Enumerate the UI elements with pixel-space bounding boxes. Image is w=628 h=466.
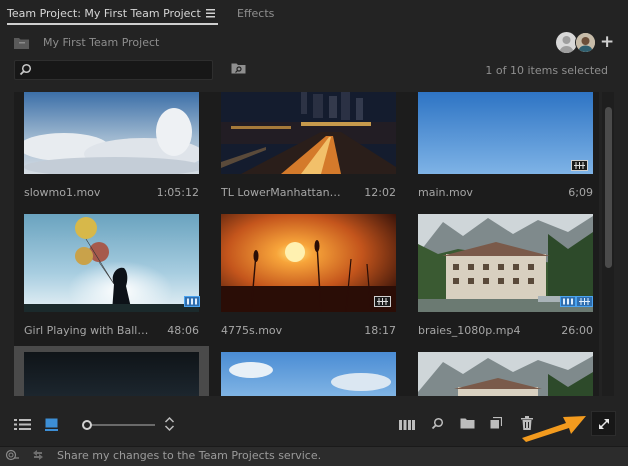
clip-thumbnail: [24, 352, 199, 396]
clip-thumbnail: [24, 92, 199, 174]
new-item-icon[interactable]: [490, 417, 502, 429]
clip-name: braies_1080p.mp4: [418, 324, 521, 337]
media-item-girl-balloons[interactable]: Girl Playing with Ballons.... 48:06: [14, 214, 209, 338]
media-item-4775s[interactable]: 4775s.mov 18:17: [211, 214, 406, 338]
clip-duration: 26:00: [561, 324, 593, 337]
clip-duration: 48:06: [167, 324, 199, 337]
clip-thumbnail: [418, 92, 593, 174]
media-item[interactable]: [211, 346, 406, 396]
media-item-lowermanhattan[interactable]: TL LowerManhattan05 du... 12:02: [211, 92, 406, 216]
clip-thumbnail: [221, 92, 396, 174]
clip-name: 4775s.mov: [221, 324, 283, 337]
search-input[interactable]: [36, 61, 208, 79]
video-badge: [184, 296, 200, 307]
list-view-icon[interactable]: [14, 418, 31, 431]
sync-icon[interactable]: [31, 449, 45, 461]
media-item[interactable]: [408, 346, 599, 396]
project-name: My First Team Project: [43, 36, 160, 49]
new-bin-icon[interactable]: [231, 63, 246, 74]
automate-icon[interactable]: [399, 420, 415, 430]
clip-thumbnail: [221, 214, 396, 312]
clip-thumbnail: [221, 352, 396, 396]
video-badge: [560, 296, 576, 307]
audio-video-badge: [374, 296, 391, 307]
media-item-main[interactable]: main.mov 6;09: [408, 92, 599, 216]
media-item-slowmo1[interactable]: slowmo1.mov 1:05:12: [14, 92, 209, 216]
zoom-slider-knob[interactable]: [81, 420, 92, 430]
clip-thumbnail: [418, 352, 593, 396]
clip-thumbnail: [24, 214, 199, 312]
add-user-icon[interactable]: +: [600, 34, 614, 51]
scrollbar-thumb[interactable]: [605, 107, 612, 268]
avatar[interactable]: [556, 32, 577, 53]
clip-name: TL LowerManhattan05 du...: [221, 186, 346, 199]
tab-effects[interactable]: Effects: [237, 7, 274, 20]
new-bin-button-icon[interactable]: [460, 418, 475, 429]
orange-arrow-annotation: [518, 410, 590, 442]
folder-icon: [13, 37, 30, 49]
media-grid[interactable]: slowmo1.mov 1:05:12 TL LowerManhattan05 …: [14, 92, 599, 396]
expand-icon: [598, 418, 610, 430]
avatar[interactable]: [575, 32, 596, 53]
icon-view-icon[interactable]: [45, 418, 58, 431]
audio-video-badge: [571, 160, 588, 171]
media-item-selected[interactable]: [14, 346, 209, 396]
clip-name: slowmo1.mov: [24, 186, 101, 199]
active-tab-underline: [7, 23, 218, 25]
clip-duration: 18:17: [364, 324, 396, 337]
status-message: Share my changes to the Team Projects se…: [57, 449, 322, 462]
menu-icon[interactable]: [205, 8, 216, 18]
clip-duration: 6;09: [568, 186, 593, 199]
audio-video-badge: [576, 296, 593, 307]
clip-duration: 1:05:12: [156, 186, 199, 199]
expand-button[interactable]: [591, 411, 616, 436]
media-item-braies[interactable]: braies_1080p.mp4 26:00: [408, 214, 599, 338]
search-icon: [19, 63, 32, 76]
find-icon[interactable]: [431, 417, 444, 430]
sort-icon[interactable]: [164, 416, 175, 432]
zoom-slider-track[interactable]: [83, 424, 155, 426]
selection-status: 1 of 10 items selected: [485, 64, 608, 77]
clip-name: main.mov: [418, 186, 473, 199]
cloud-icon[interactable]: [5, 449, 20, 461]
clip-name: Girl Playing with Ballons....: [24, 324, 149, 337]
clip-duration: 12:02: [364, 186, 396, 199]
